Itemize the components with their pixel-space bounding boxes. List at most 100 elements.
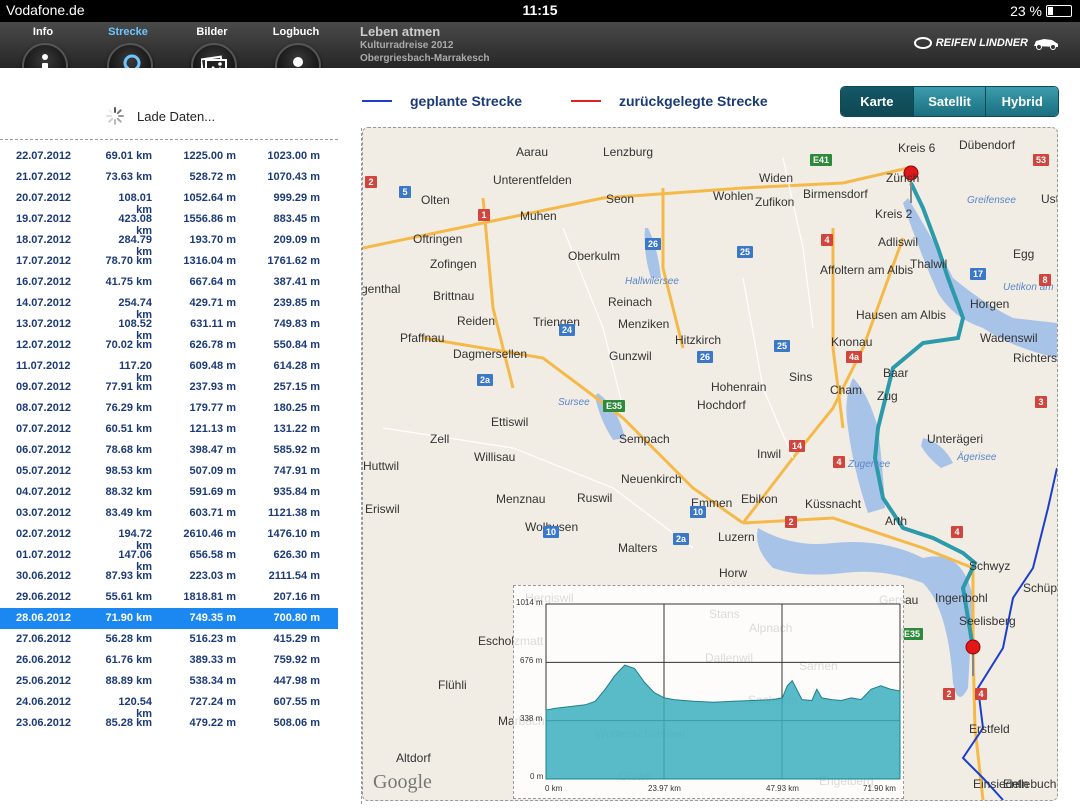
log-row[interactable]: 29.06.2012 55.61 km 1818.81 m 207.16 m [0,587,338,608]
legend-traveled: zurückgelegte Strecke [571,93,768,109]
log-row[interactable]: 08.07.2012 76.29 km 179.77 m 180.25 m [0,398,338,419]
map-place-label: Muhen [520,209,557,223]
log-ascent: 656.58 m [189,549,236,561]
log-date: 26.06.2012 [16,654,72,666]
log-ascent: 507.09 m [189,465,236,477]
map-place-label: Huttwil [363,459,399,473]
route-badge: E35 [603,400,625,412]
log-ascent: 429.71 m [189,297,236,309]
brand-logo: REIFEN LINDNER [913,36,1060,50]
log-distance: 98.53 km [105,465,152,477]
route-badge-label: 3 [1038,397,1043,407]
nav-strecke[interactable]: Strecke [88,22,168,89]
route-badge: 10 [543,526,559,538]
map-type-hybrid[interactable]: Hybrid [986,87,1058,116]
map-place-label: Menznau [496,492,545,506]
route-badge: 2 [943,688,955,700]
log-row[interactable]: 17.07.2012 78.70 km 1316.04 m 1761.62 m [0,251,338,272]
route-badge-label: E41 [813,155,829,165]
log-date: 13.07.2012 [16,318,72,330]
log-descent: 207.16 m [273,591,320,603]
x-tick-label: 0 km [545,784,563,793]
nav-strecke-label: Strecke [108,26,148,38]
log-distance: 78.68 km [105,444,152,456]
log-row[interactable]: 07.07.2012 60.51 km 121.13 m 131.22 m [0,419,338,440]
log-descent: 1070.43 m [267,171,320,183]
status-bar: Vodafone.de 11:15 23 % [0,0,1080,22]
map-type-satellit[interactable]: Satellit [913,87,987,116]
log-descent: 999.29 m [273,192,320,204]
nav-bilder-label: Bilder [196,26,228,38]
route-badge: 24 [559,324,575,336]
log-row[interactable]: 16.07.2012 41.75 km 667.64 m 387.41 m [0,272,338,293]
log-row[interactable]: 23.06.2012 85.28 km 479.22 m 508.06 m [0,713,338,734]
log-row[interactable]: 19.07.2012 423.08 km 1556.86 m 883.45 m [0,209,338,237]
log-ascent: 538.34 m [189,675,236,687]
route-badge-label: 25 [777,341,787,351]
trip-title: Leben atmen [360,24,441,39]
log-row[interactable]: 02.07.2012 194.72 km 2610.46 m 1476.10 m [0,524,338,552]
nav-info-label: Info [32,26,54,38]
route-badge: 26 [645,238,661,250]
log-date: 16.07.2012 [16,276,72,288]
log-row[interactable]: 06.07.2012 78.68 km 398.47 m 585.92 m [0,440,338,461]
log-row[interactable]: 24.06.2012 120.54 km 727.24 m 607.55 m [0,692,338,720]
planned-line-swatch [362,100,392,102]
map-place-label: Uste [1041,192,1057,206]
nav-info[interactable]: Info [3,22,83,89]
y-tick-label: 1014 m [516,598,543,607]
route-badge-label: E35 [904,629,920,639]
log-ascent: 1316.04 m [183,255,236,267]
map-place-label: Wadenswil [980,331,1038,345]
log-distance: 76.29 km [105,402,152,414]
map-place-label: Oberkulm [568,249,620,263]
map-place-label: Inwil [757,447,781,461]
log-row[interactable]: 30.06.2012 87.93 km 223.03 m 2111.54 m [0,566,338,587]
y-tick-label: 338 m [520,714,543,723]
log-row[interactable]: 04.07.2012 88.32 km 591.69 m 935.84 m [0,482,338,503]
map-type-control: Karte Satellit Hybrid [840,86,1059,117]
route-badge: 25 [737,246,753,258]
map-place-label: genthal [363,282,400,296]
nav-logbuch[interactable]: Logbuch [256,22,336,89]
log-distance: 78.70 km [105,255,152,267]
map-place-label: Egg [1013,247,1034,261]
log-ascent: 223.03 m [189,570,236,582]
log-row[interactable]: 18.07.2012 284.79 km 193.70 m 209.09 m [0,230,338,258]
map-type-karte[interactable]: Karte [841,87,914,116]
log-ascent: 749.35 m [189,612,236,624]
log-row[interactable]: 21.07.2012 73.63 km 528.72 m 1070.43 m [0,167,338,188]
log-row[interactable]: 27.06.2012 56.28 km 516.23 m 415.29 m [0,629,338,650]
map-place-label: Kreis 6 [898,141,936,155]
log-distance: 77.91 km [105,381,152,393]
log-row[interactable]: 03.07.2012 83.49 km 603.71 m 1121.38 m [0,503,338,524]
log-row[interactable]: 01.07.2012 147.06 km 656.58 m 626.30 m [0,545,338,573]
map-place-label: Unterägeri [927,432,983,446]
map-place-label: Willisau [474,450,515,464]
log-ascent: 193.70 m [189,234,236,246]
log-row[interactable]: 13.07.2012 108.52 km 631.11 m 749.83 m [0,314,338,342]
log-date: 27.06.2012 [16,633,72,645]
log-row[interactable]: 11.07.2012 117.20 km 609.48 m 614.28 m [0,356,338,384]
log-date: 07.07.2012 [16,423,72,435]
log-row[interactable]: 14.07.2012 254.74 km 429.71 m 239.85 m [0,293,338,321]
log-row[interactable]: 25.06.2012 88.89 km 538.34 m 447.98 m [0,671,338,692]
log-row[interactable]: 26.06.2012 61.76 km 389.33 m 759.92 m [0,650,338,671]
log-ascent: 389.33 m [189,654,236,666]
log-row[interactable]: 09.07.2012 77.91 km 237.93 m 257.15 m [0,377,338,398]
log-descent: 415.29 m [273,633,320,645]
map-place-label: Knonau [831,335,872,349]
route-badge: 53 [1033,154,1049,166]
map-place-label: Ägerisee [956,451,997,463]
route-badge: 5 [399,186,411,198]
nav-bilder[interactable]: Bilder [172,22,252,89]
log-distance: 73.63 km [105,171,152,183]
map-place-label: Hallwilersee [625,276,679,287]
log-row[interactable]: 20.07.2012 108.01 km 1052.64 m 999.29 m [0,188,338,216]
log-row[interactable]: 05.07.2012 98.53 km 507.09 m 747.91 m [0,461,338,482]
log-row[interactable]: 28.06.2012 71.90 km 749.35 m 700.80 m [0,608,338,629]
log-row[interactable]: 22.07.2012 69.01 km 1225.00 m 1023.00 m [0,146,338,167]
tire-icon [913,37,932,49]
log-row[interactable]: 12.07.2012 70.02 km 626.78 m 550.84 m [0,335,338,356]
log-date: 17.07.2012 [16,255,72,267]
